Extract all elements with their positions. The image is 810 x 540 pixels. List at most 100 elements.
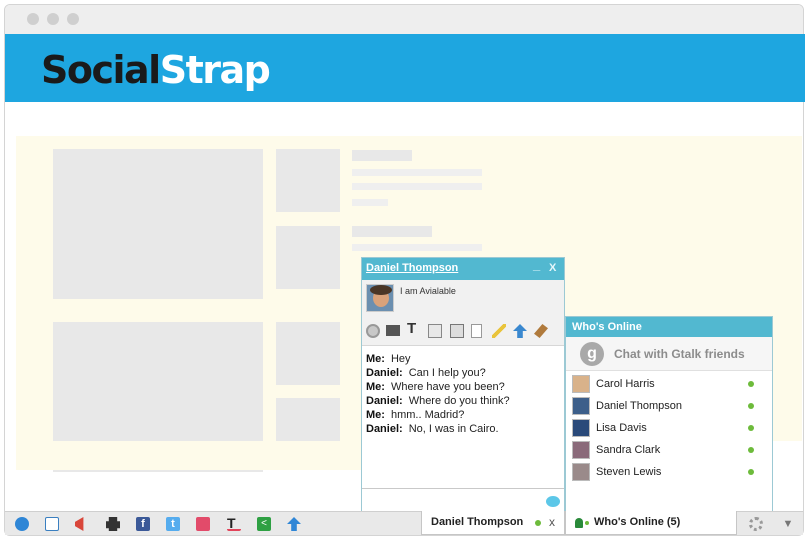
facebook-icon[interactable]: f <box>136 517 150 531</box>
maximize-dot[interactable] <box>67 13 79 25</box>
brush-icon[interactable] <box>534 324 548 338</box>
placeholder-thumb <box>276 322 340 385</box>
placeholder-line <box>352 199 388 206</box>
text-format-icon[interactable]: T <box>407 321 421 336</box>
emoticon-icon[interactable] <box>546 496 560 507</box>
friend-name: Carol Harris <box>596 378 655 390</box>
friend-item[interactable]: Lisa Davis <box>572 419 768 437</box>
message-row: Daniel: No, I was in Cairo. <box>366 422 564 436</box>
gtalk-icon: g <box>580 342 604 366</box>
friend-name: Sandra Clark <box>596 444 661 456</box>
close-dot[interactable] <box>27 13 39 25</box>
webcam-icon[interactable] <box>366 324 380 338</box>
message-text: Hey <box>390 353 411 365</box>
copy-icon[interactable] <box>450 324 464 338</box>
chat-tab-close[interactable]: x <box>549 515 555 529</box>
avatar <box>572 397 590 415</box>
online-dot <box>585 521 589 525</box>
gtalk-button[interactable]: g Chat with Gtalk friends <box>566 337 772 371</box>
message-list: Me: Hey Daniel: Can I help you? Me: Where hav… <box>362 346 564 436</box>
chat-window: Daniel Thompson _ X I am Avialable T Me:… <box>361 257 565 513</box>
logo-part1: Social <box>41 48 161 92</box>
friend-item[interactable]: Carol Harris <box>572 375 768 393</box>
message-text: hmm.. Madrid? <box>390 409 465 421</box>
message-sender: Me: <box>366 409 385 421</box>
message-text: Where do you think? <box>408 395 510 407</box>
upload-icon[interactable] <box>513 324 527 338</box>
upload-arrow-icon[interactable] <box>287 517 301 531</box>
text-icon[interactable]: T <box>227 516 241 531</box>
friend-name: Steven Lewis <box>596 466 662 478</box>
online-status-dot <box>748 403 754 409</box>
share-icon[interactable]: < <box>257 517 271 531</box>
online-status-dot <box>748 425 754 431</box>
friend-item[interactable]: Steven Lewis <box>572 463 768 481</box>
friend-name: Lisa Davis <box>596 422 647 434</box>
placeholder-line <box>352 183 482 190</box>
pencil-icon[interactable] <box>492 324 506 338</box>
status-message: I am Avialable <box>400 286 456 296</box>
minimize-dot[interactable] <box>47 13 59 25</box>
chat-toolbar: T <box>362 316 564 346</box>
gtalk-label: Chat with Gtalk friends <box>614 347 745 361</box>
friend-item[interactable]: Sandra Clark <box>572 441 768 459</box>
square-icon[interactable] <box>196 517 210 531</box>
whos-online-panel: Who's Online g Chat with Gtalk friends C… <box>565 316 773 513</box>
chat-contact-name[interactable]: Daniel Thompson <box>366 262 458 274</box>
avatar <box>572 441 590 459</box>
message-text: No, I was in Cairo. <box>408 423 499 435</box>
gear-icon[interactable] <box>749 517 763 531</box>
message-sender: Me: <box>366 353 385 365</box>
friend-name: Daniel Thompson <box>596 400 683 412</box>
monitor-icon[interactable] <box>386 325 400 336</box>
invader-icon[interactable] <box>106 517 120 531</box>
online-status-dot <box>748 381 754 387</box>
message-sender: Daniel: <box>366 367 403 379</box>
message-row: Me: Where have you been? <box>366 380 564 394</box>
twitter-icon[interactable]: t <box>166 517 180 531</box>
placeholder-thumb <box>276 226 340 289</box>
chat-tab-name: Daniel Thompson <box>431 516 524 528</box>
logo-part2: Strap <box>159 48 271 92</box>
avatar <box>572 463 590 481</box>
message-row: Me: Hey <box>366 352 564 366</box>
chat-profile: I am Avialable <box>362 280 564 316</box>
placeholder-line <box>352 226 432 237</box>
avatar <box>572 375 590 393</box>
avatar <box>366 284 394 312</box>
chevron-down-icon[interactable]: ▼ <box>781 517 795 531</box>
chat-tab[interactable]: Daniel Thompson x <box>421 511 565 535</box>
placeholder-thumb <box>276 149 340 212</box>
content-bottom <box>16 441 361 470</box>
message-row: Me: hmm.. Madrid? <box>366 408 564 422</box>
placeholder-line <box>352 150 412 161</box>
site-header: SocialStrap <box>5 34 805 102</box>
message-text: Can I help you? <box>408 367 486 379</box>
message-text: Where have you been? <box>390 381 505 393</box>
placeholder-line <box>352 169 482 176</box>
message-sender: Daniel: <box>366 423 403 435</box>
placeholder-image <box>53 149 263 299</box>
avatar <box>572 419 590 437</box>
window-titlebar <box>5 5 803 35</box>
whos-online-header: Who's Online <box>566 317 772 337</box>
card-icon[interactable] <box>471 324 482 338</box>
message-sender: Me: <box>366 381 385 393</box>
whos-online-tab[interactable]: Who's Online (5) <box>565 511 737 535</box>
whos-online-tab-label: Who's Online (5) <box>594 516 681 528</box>
site-logo[interactable]: SocialStrap <box>41 48 271 92</box>
chat-header: Daniel Thompson _ X <box>362 257 564 280</box>
edit-icon[interactable] <box>428 324 442 338</box>
placeholder-line <box>352 244 482 251</box>
globe-icon[interactable] <box>15 517 29 531</box>
message-input[interactable] <box>362 488 564 512</box>
message-sender: Daniel: <box>366 395 403 407</box>
close-button[interactable]: X <box>549 262 556 274</box>
user-icon <box>575 518 583 528</box>
id-card-icon[interactable] <box>45 517 59 531</box>
minimize-button[interactable]: _ <box>533 257 540 272</box>
friend-item[interactable]: Daniel Thompson <box>572 397 768 415</box>
megaphone-icon[interactable] <box>75 517 84 531</box>
message-row: Daniel: Can I help you? <box>366 366 564 380</box>
online-status-dot <box>748 469 754 475</box>
